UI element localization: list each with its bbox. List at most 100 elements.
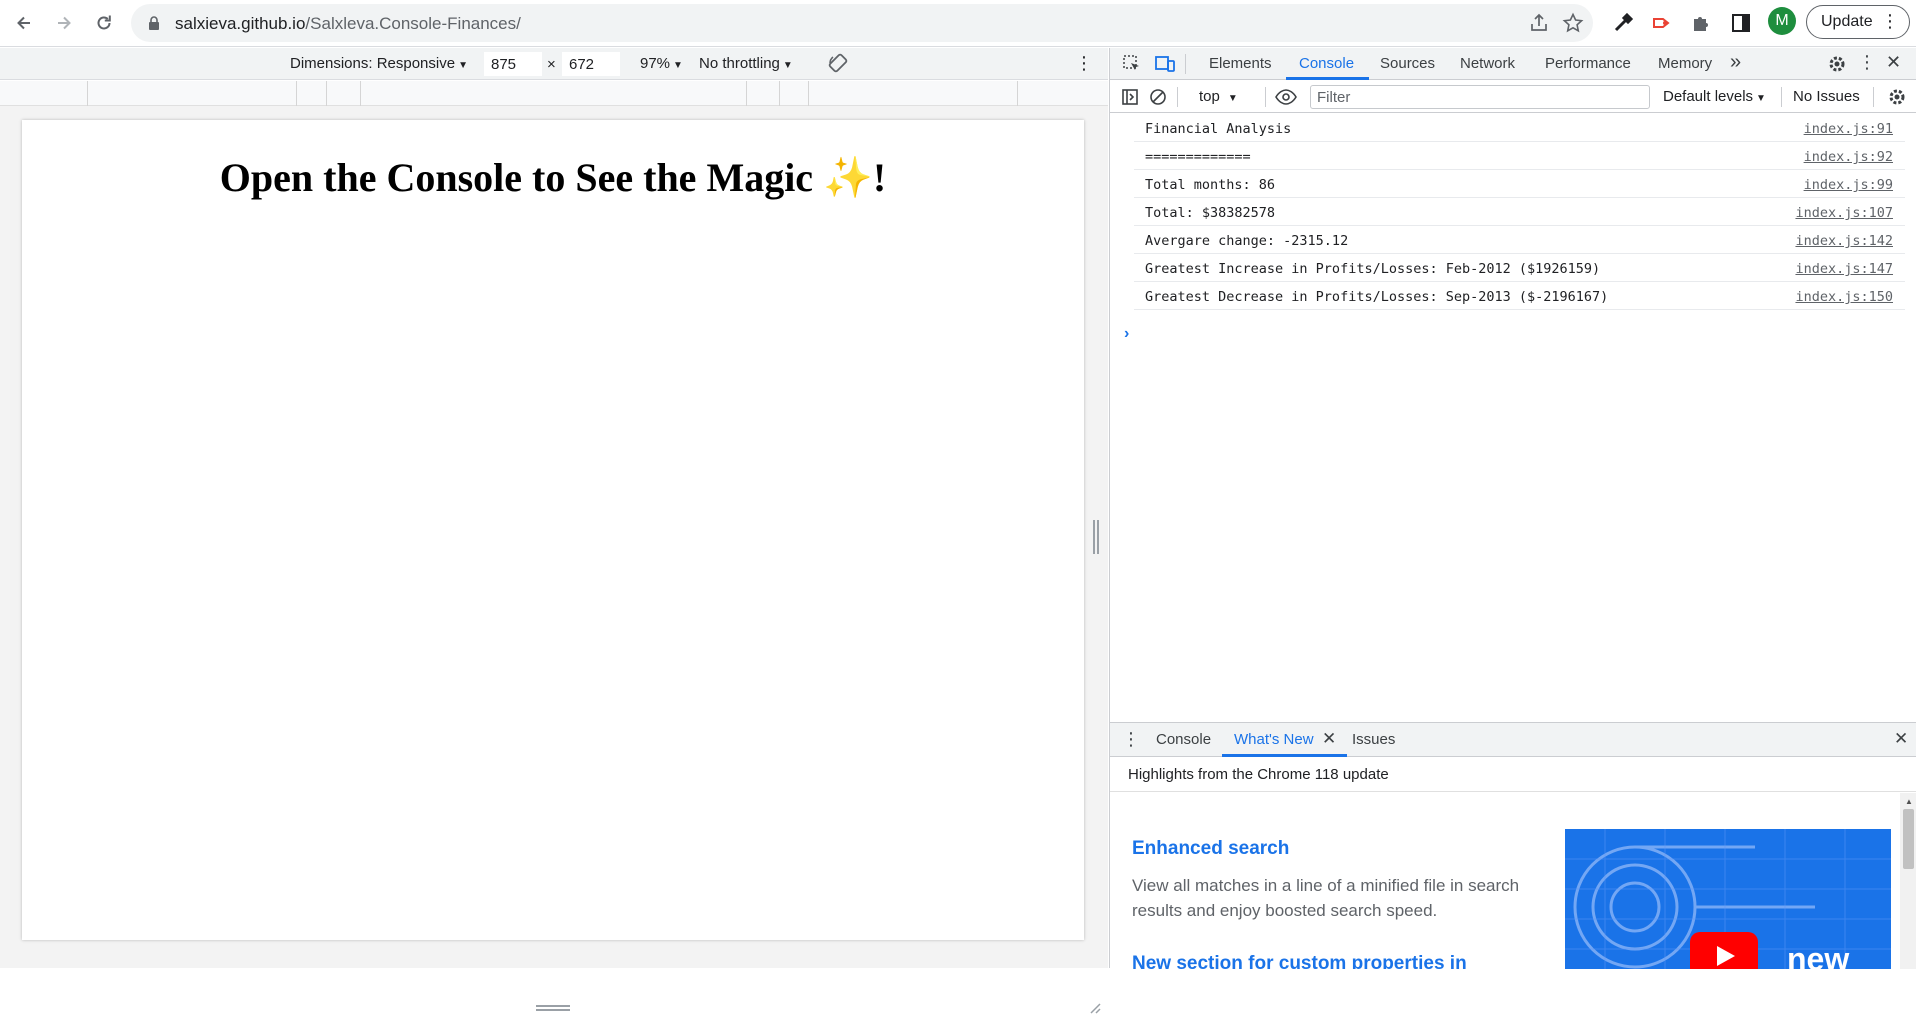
throttling-label: No throttling xyxy=(699,55,780,72)
star-icon[interactable] xyxy=(1562,12,1584,34)
tab-sources[interactable]: Sources xyxy=(1380,55,1435,72)
page-title-text: Open the Console to See the Magic xyxy=(219,155,814,200)
tab-performance[interactable]: Performance xyxy=(1545,55,1631,72)
scroll-up-icon[interactable]: ▲ xyxy=(1905,797,1913,806)
zoom-dropdown[interactable]: 97% ▼ xyxy=(640,55,683,72)
times-symbol: × xyxy=(547,56,556,73)
context-label: top xyxy=(1199,88,1220,105)
whats-new-content: Enhanced search View all matches in a li… xyxy=(1110,793,1900,969)
profile-avatar[interactable]: M xyxy=(1768,7,1796,35)
url-host: salxieva.github.io xyxy=(175,14,306,33)
tab-console[interactable]: Console xyxy=(1299,55,1354,72)
console-source-link[interactable]: index.js:107 xyxy=(1795,205,1893,221)
feature-title-custom-properties[interactable]: New section for custom properties in xyxy=(1132,953,1467,969)
settings-gear-icon[interactable] xyxy=(1826,53,1848,75)
extension-red-icon[interactable] xyxy=(1649,10,1675,36)
close-drawer-icon[interactable]: ✕ xyxy=(1894,729,1908,749)
console-source-link[interactable]: index.js:150 xyxy=(1795,289,1893,305)
more-options-icon[interactable]: ⋮ xyxy=(1075,53,1093,74)
eyedropper-icon[interactable] xyxy=(1610,10,1636,36)
caret-down-icon: ▼ xyxy=(673,60,683,71)
console-message: Greatest Increase in Profits/Losses: Feb… xyxy=(1134,254,1905,282)
tab-elements[interactable]: Elements xyxy=(1209,55,1272,72)
console-message-text: Total: $38382578 xyxy=(1145,205,1276,221)
device-toggle-icon[interactable] xyxy=(1154,53,1176,75)
puzzle-icon[interactable] xyxy=(1688,10,1714,36)
rotate-icon[interactable] xyxy=(827,52,849,78)
console-message-text: Greatest Decrease in Profits/Losses: Sep… xyxy=(1145,289,1609,305)
sidebar-toggle-icon[interactable] xyxy=(1119,86,1141,108)
side-panel-icon[interactable] xyxy=(1728,10,1754,36)
divider xyxy=(1873,87,1874,107)
active-tab-indicator xyxy=(1286,77,1369,80)
resize-handle-bottom[interactable] xyxy=(536,1005,570,1011)
close-devtools-icon[interactable]: ✕ xyxy=(1886,52,1901,73)
drawer-scrollbar[interactable]: ▲ xyxy=(1900,793,1916,969)
resize-handle-right[interactable] xyxy=(1093,520,1099,554)
url-text[interactable]: salxieva.github.io/Salxleva.Console-Fina… xyxy=(175,14,521,34)
forward-button[interactable] xyxy=(47,6,81,40)
drawer-menu-icon[interactable]: ⋮ xyxy=(1122,729,1140,750)
live-expression-eye-icon[interactable] xyxy=(1275,86,1297,108)
console-message-text: Avergare change: -2315.12 xyxy=(1145,233,1349,249)
dimensions-dropdown[interactable]: Dimensions: Responsive ▼ xyxy=(290,55,468,72)
drawer-tab-console[interactable]: Console xyxy=(1156,731,1211,748)
divider xyxy=(1781,87,1782,107)
console-message: ============= index.js:92 xyxy=(1134,142,1905,170)
throttling-dropdown[interactable]: No throttling ▼ xyxy=(699,55,793,72)
video-thumbnail[interactable]: new xyxy=(1565,829,1891,969)
video-badge-text: new xyxy=(1787,941,1850,969)
drawer-tab-issues[interactable]: Issues xyxy=(1352,731,1395,748)
dimensions-label: Dimensions: Responsive xyxy=(290,55,456,72)
more-tabs-icon[interactable]: » xyxy=(1730,51,1741,74)
resize-corner-icon[interactable] xyxy=(1087,1000,1101,1014)
reload-button[interactable] xyxy=(87,6,121,40)
caret-down-icon: ▼ xyxy=(458,60,468,71)
console-settings-gear-icon[interactable] xyxy=(1886,86,1908,108)
youtube-play-icon[interactable] xyxy=(1690,932,1758,969)
console-source-link[interactable]: index.js:99 xyxy=(1804,177,1893,193)
console-toolbar: top▼ Default levels▼ No Issues xyxy=(1110,81,1916,113)
console-message: Greatest Decrease in Profits/Losses: Sep… xyxy=(1134,282,1905,310)
close-tab-icon[interactable]: ✕ xyxy=(1322,729,1336,749)
tab-memory[interactable]: Memory xyxy=(1658,55,1712,72)
tab-network[interactable]: Network xyxy=(1460,55,1515,72)
console-message-text: Greatest Increase in Profits/Losses: Feb… xyxy=(1145,261,1601,277)
drawer-tabbar: ⋮ Console What's New ✕ Issues ✕ xyxy=(1110,723,1916,757)
clear-console-icon[interactable] xyxy=(1147,86,1169,108)
lock-icon[interactable] xyxy=(146,15,162,31)
feature-description: View all matches in a line of a minified… xyxy=(1132,876,1520,920)
width-input[interactable] xyxy=(484,52,542,76)
update-button[interactable]: Update ⋮ xyxy=(1806,5,1910,39)
console-source-link[interactable]: index.js:147 xyxy=(1795,261,1893,277)
address-bar[interactable]: salxieva.github.io/Salxleva.Console-Fina… xyxy=(131,4,1593,42)
divider xyxy=(1265,87,1266,107)
inspect-element-icon[interactable] xyxy=(1121,53,1143,75)
height-input[interactable] xyxy=(562,52,620,76)
back-button[interactable] xyxy=(7,6,41,40)
url-path: /Salxleva.Console-Finances/ xyxy=(305,14,521,33)
log-levels-dropdown[interactable]: Default levels ▼ xyxy=(1663,88,1766,105)
ruler-tick xyxy=(360,81,361,106)
devtools-drawer: ⋮ Console What's New ✕ Issues ✕ Highligh… xyxy=(1110,722,1916,969)
caret-down-icon: ▼ xyxy=(782,60,793,71)
devtools-menu-icon[interactable]: ⋮ xyxy=(1858,52,1876,73)
feature-title-enhanced-search[interactable]: Enhanced search xyxy=(1132,838,1289,860)
ruler-tick xyxy=(779,81,780,106)
issues-button[interactable]: No Issues xyxy=(1793,88,1860,105)
active-tab-indicator xyxy=(1222,754,1347,757)
console-source-link[interactable]: index.js:142 xyxy=(1795,233,1893,249)
log-levels-label: Default levels xyxy=(1663,88,1754,105)
ruler-tick xyxy=(1017,81,1018,106)
console-source-link[interactable]: index.js:92 xyxy=(1804,149,1893,165)
console-message: Financial Analysis index.js:91 xyxy=(1134,114,1905,142)
console-prompt-icon[interactable]: › xyxy=(1124,325,1129,343)
back-icon xyxy=(17,16,30,30)
console-source-link[interactable]: index.js:91 xyxy=(1804,121,1893,137)
context-selector[interactable]: top ▼ xyxy=(1199,88,1238,105)
whats-new-subtitle: Highlights from the Chrome 118 update xyxy=(1110,758,1916,792)
drawer-tab-whats-new[interactable]: What's New xyxy=(1234,731,1314,748)
console-filter-input[interactable] xyxy=(1310,85,1650,109)
scrollbar-thumb[interactable] xyxy=(1903,809,1914,869)
share-icon[interactable] xyxy=(1528,12,1550,34)
